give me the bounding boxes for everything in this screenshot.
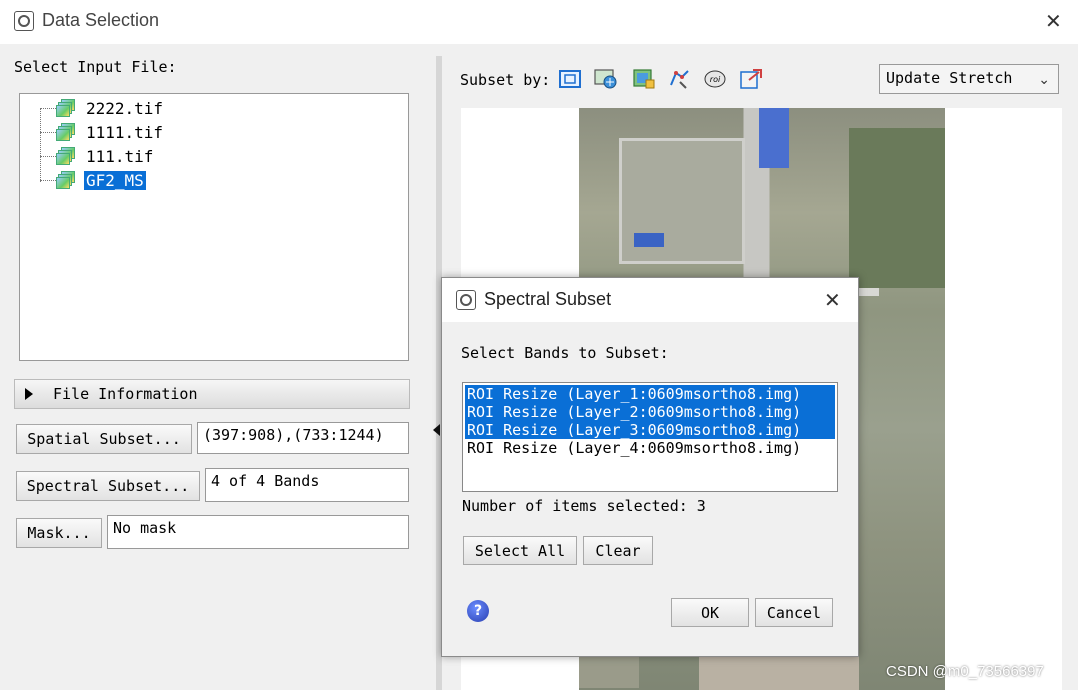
roi-subset-icon[interactable]: roi — [703, 68, 727, 90]
svg-text:roi: roi — [710, 75, 721, 84]
map-subset-icon[interactable] — [594, 68, 618, 90]
vector-subset-icon[interactable] — [668, 68, 692, 90]
band-list[interactable]: ROI Resize (Layer_1:0609msortho8.img) RO… — [462, 382, 838, 492]
tree-branch-line — [40, 180, 56, 181]
image-subset-icon[interactable] — [558, 68, 582, 90]
app-icon — [14, 11, 34, 31]
raster-file-icon — [56, 147, 76, 165]
collapse-arrow-icon[interactable] — [433, 424, 440, 436]
spatial-subset-button[interactable]: Spatial Subset... — [16, 424, 192, 454]
help-icon[interactable]: ? — [467, 600, 489, 622]
file-information-expander[interactable]: File Information — [14, 379, 410, 409]
main-close-icon[interactable]: ✕ — [1045, 11, 1062, 31]
dialog-title-bar: Spectral Subset ✕ — [442, 278, 858, 322]
dialog-close-icon[interactable]: ✕ — [824, 290, 841, 310]
update-stretch-label: Update Stretch — [886, 69, 1013, 87]
band-list-item[interactable]: ROI Resize (Layer_4:0609msortho8.img) — [465, 439, 835, 457]
tree-item-label: 2222.tif — [86, 99, 164, 118]
select-bands-label: Select Bands to Subset: — [461, 344, 669, 362]
watermark: CSDN @m0_73566397 — [886, 663, 1044, 680]
band-list-item[interactable]: ROI Resize (Layer_1:0609msortho8.img) — [465, 385, 835, 403]
mask-value: No mask — [107, 515, 409, 549]
tree-connector-line — [40, 108, 41, 182]
scroll-subset-icon[interactable] — [739, 68, 763, 90]
spatial-subset-value: (397:908),(733:1244) — [197, 422, 409, 454]
tree-branch-line — [40, 156, 56, 157]
file-subset-icon[interactable] — [632, 68, 656, 90]
raster-file-icon — [56, 99, 76, 117]
items-selected-count: Number of items selected: 3 — [462, 497, 706, 515]
subset-by-label: Subset by: — [460, 71, 551, 89]
tree-item-label: 1111.tif — [86, 123, 164, 142]
spectral-subset-dialog: Spectral Subset ✕ Select Bands to Subset… — [441, 277, 859, 657]
raster-file-icon — [56, 171, 76, 189]
tree-item-label: GF2_MS — [84, 171, 146, 190]
main-title-bar: Data Selection ✕ — [0, 0, 1078, 44]
update-stretch-select[interactable]: Update Stretch ⌄ — [879, 64, 1059, 94]
ok-button[interactable]: OK — [671, 598, 749, 627]
band-list-item[interactable]: ROI Resize (Layer_2:0609msortho8.img) — [465, 403, 835, 421]
tree-item-label: 111.tif — [86, 147, 154, 166]
chevron-down-icon: ⌄ — [1038, 72, 1050, 88]
app-icon — [456, 290, 476, 310]
band-list-item[interactable]: ROI Resize (Layer_3:0609msortho8.img) — [465, 421, 835, 439]
raster-file-icon — [56, 123, 76, 141]
file-information-label: File Information — [53, 385, 198, 403]
select-all-button[interactable]: Select All — [463, 536, 577, 565]
dialog-title: Spectral Subset — [484, 289, 612, 309]
clear-button[interactable]: Clear — [583, 536, 653, 565]
cancel-button[interactable]: Cancel — [755, 598, 833, 627]
tree-branch-line — [40, 108, 56, 109]
spectral-subset-button[interactable]: Spectral Subset... — [16, 471, 200, 501]
window-title: Data Selection — [42, 10, 160, 30]
input-file-tree[interactable]: 2222.tif 1111.tif 111.tif GF2_MS — [19, 93, 409, 361]
spectral-subset-value: 4 of 4 Bands — [205, 468, 409, 502]
select-input-file-label: Select Input File: — [14, 58, 177, 76]
expand-arrow-icon — [25, 388, 33, 400]
mask-button[interactable]: Mask... — [16, 518, 102, 548]
tree-branch-line — [40, 132, 56, 133]
